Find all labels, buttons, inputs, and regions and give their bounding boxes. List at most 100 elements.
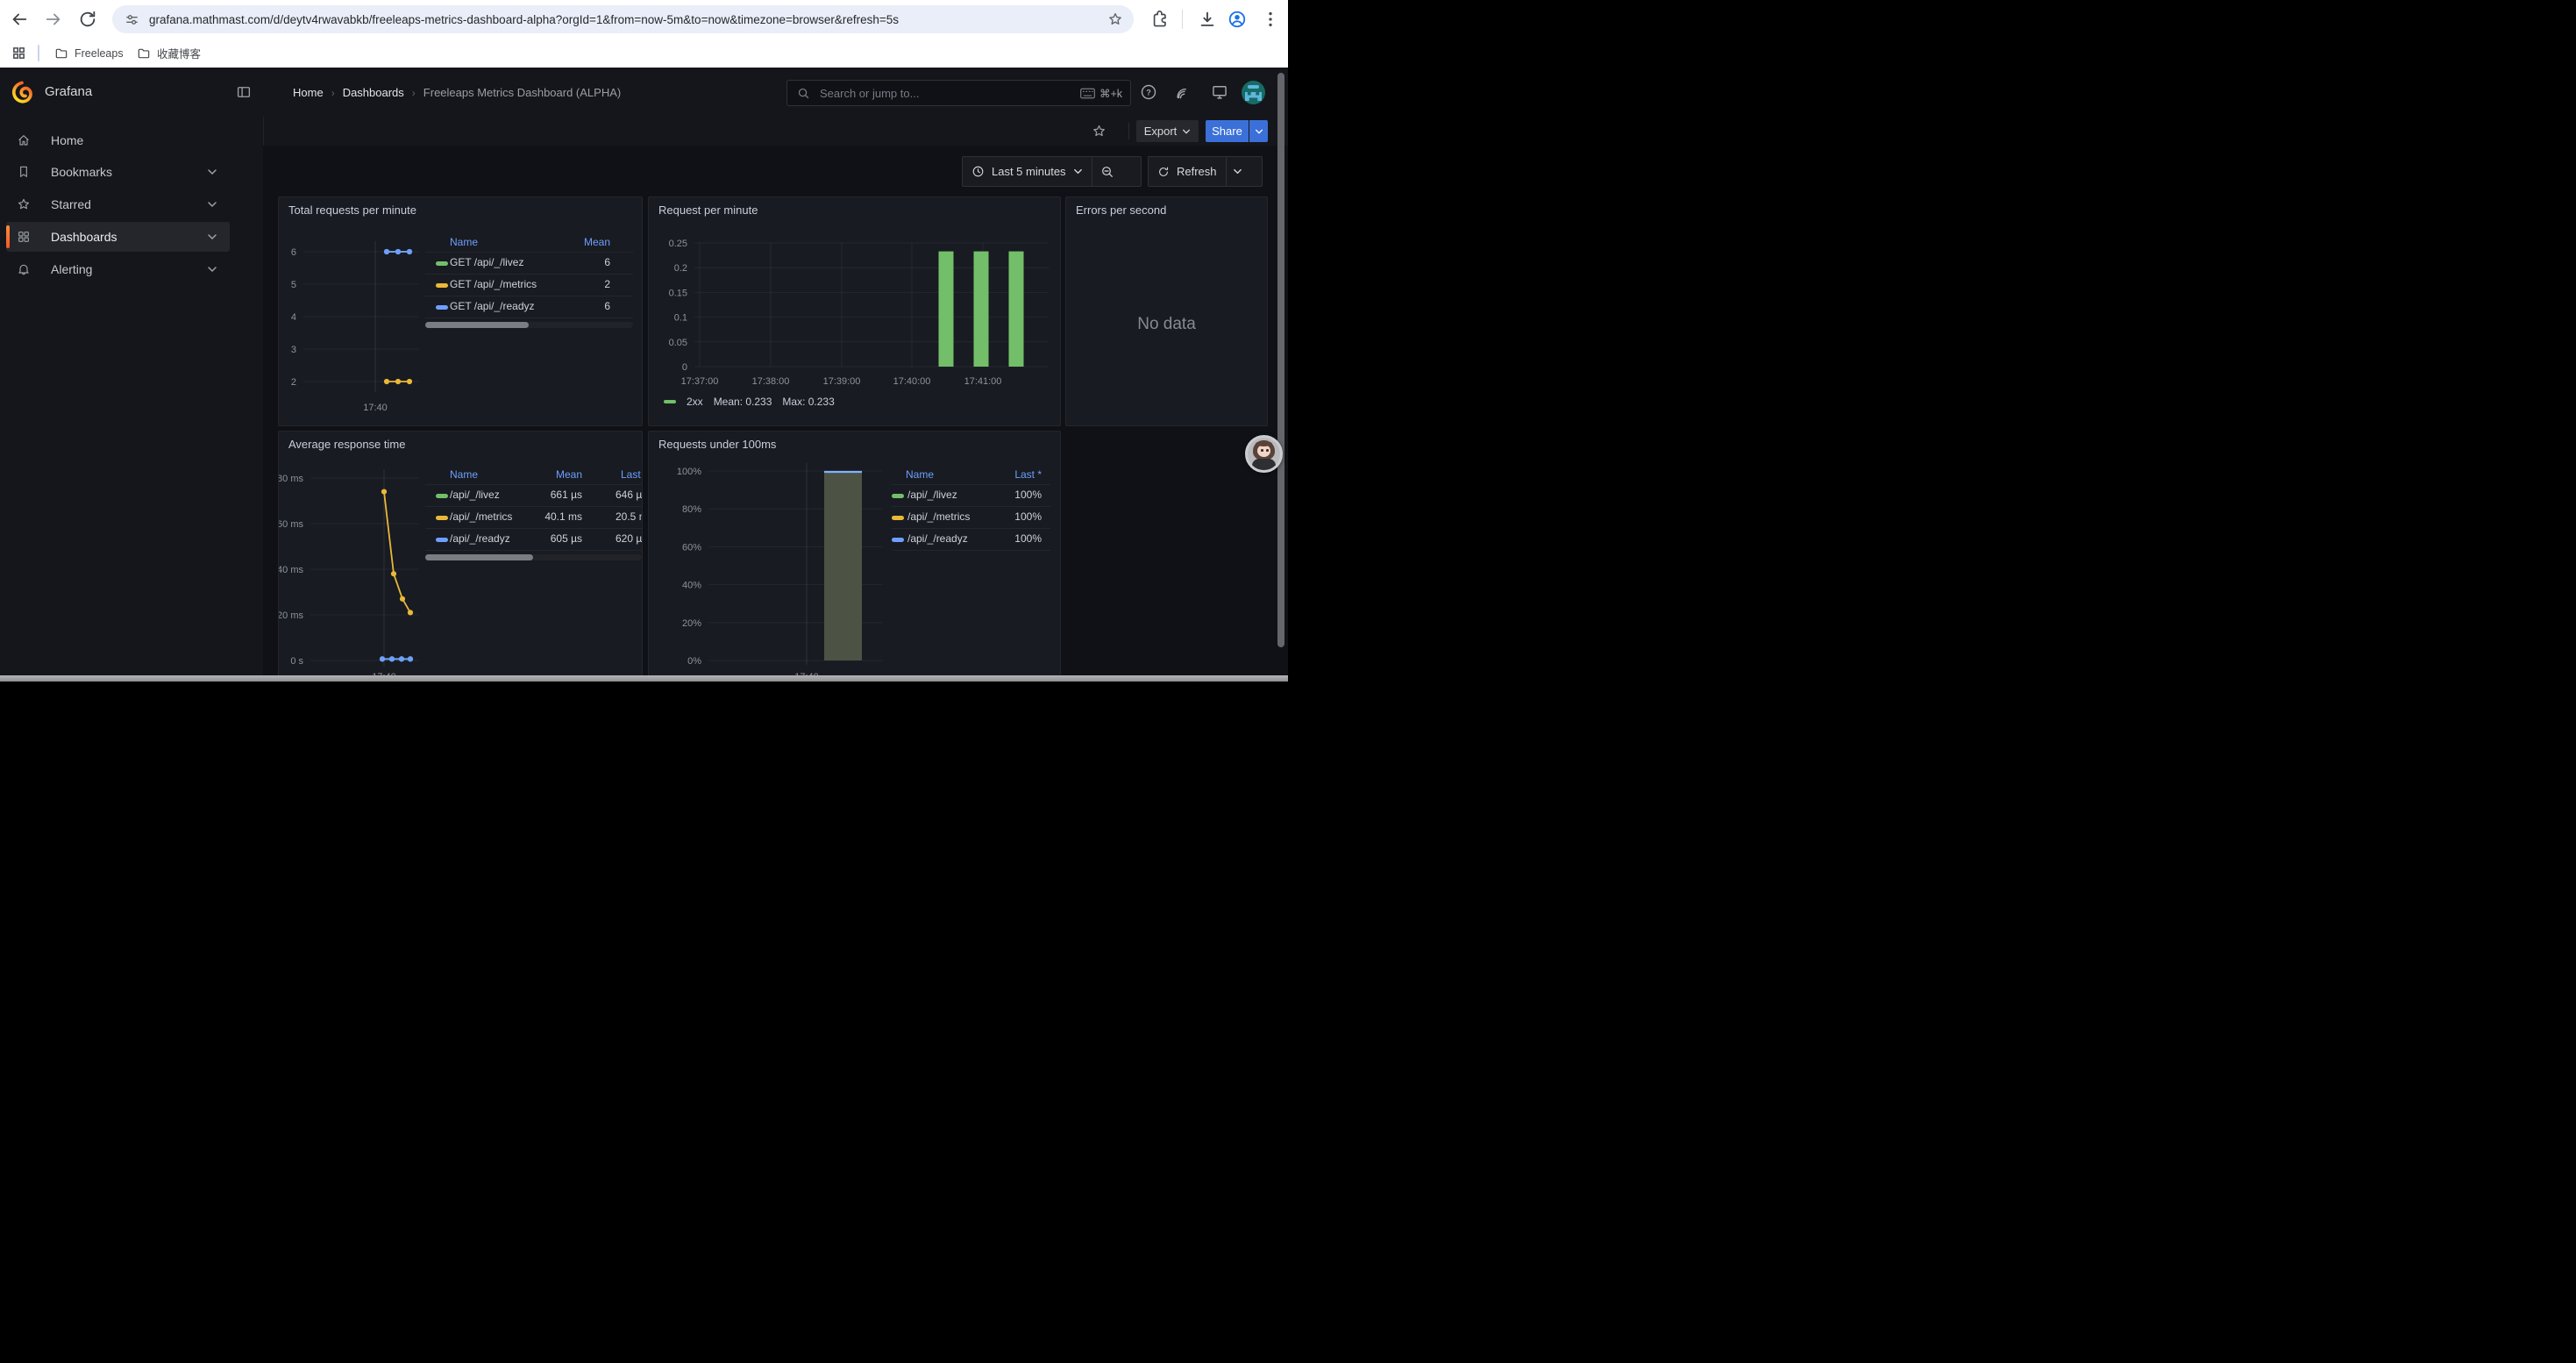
sidebar-item-bookmarks[interactable]: Bookmarks (6, 157, 230, 187)
panel-title[interactable]: Errors per second (1076, 203, 1166, 217)
legend-cell-name: /api/_/metrics (907, 510, 970, 523)
legend-column-header[interactable]: Last * (621, 468, 642, 481)
legend-column-header[interactable]: Name (450, 468, 478, 481)
bookmark-folder-blogs[interactable]: 收藏博客 (132, 42, 206, 64)
grafana-logo[interactable] (11, 81, 33, 103)
chevron-down-icon (1233, 167, 1242, 176)
legend-scrollbar-thumb[interactable] (425, 554, 533, 560)
user-avatar[interactable] (1242, 81, 1265, 104)
breadcrumb-current: Freeleaps Metrics Dashboard (ALPHA) (423, 86, 621, 99)
help-icon[interactable]: ? (1140, 83, 1157, 101)
series-point (384, 249, 389, 254)
legend-scrollbar[interactable] (425, 554, 642, 560)
sidebar-item-alerting[interactable]: Alerting (6, 254, 230, 284)
horizontal-scrollbar[interactable] (0, 675, 1288, 682)
legend[interactable]: 2xx Mean: 0.233 Max: 0.233 (664, 396, 835, 408)
panel-title[interactable]: Total requests per minute (288, 203, 416, 217)
legend-row[interactable]: /api/_/readyz605 µs620 µs (425, 529, 642, 551)
star-icon (17, 197, 31, 211)
series-point (399, 656, 404, 661)
time-range-group: Last 5 minutes (962, 156, 1142, 187)
legend-column-header[interactable]: Name (450, 236, 478, 248)
sidebar-item-starred[interactable]: Starred (6, 189, 230, 219)
refresh-button[interactable]: Refresh (1149, 157, 1226, 186)
legend-column-header[interactable]: Name (906, 468, 934, 481)
active-item-accent (6, 225, 10, 248)
panel-title[interactable]: Requests under 100ms (658, 438, 776, 451)
favorite-star-icon[interactable] (1092, 124, 1107, 139)
legend-row[interactable]: /api/_/livez100% (892, 485, 1050, 507)
series-swatch (436, 283, 448, 288)
monitor-icon[interactable] (1211, 83, 1228, 101)
series-swatch (664, 400, 676, 404)
share-button[interactable]: Share (1206, 120, 1249, 142)
forward-icon[interactable] (44, 10, 63, 29)
legend-column-header[interactable]: Mean (512, 468, 582, 481)
breadcrumb-home[interactable]: Home (293, 86, 324, 99)
series-name: 2xx (687, 396, 703, 408)
back-icon[interactable] (10, 10, 29, 29)
dock-menu-toggle-icon[interactable] (236, 84, 252, 100)
axis-tick-label: 80 ms (279, 474, 303, 484)
refresh-interval-dropdown[interactable] (1227, 157, 1249, 186)
legend-column-header[interactable]: Mean (540, 236, 610, 248)
series-point (395, 379, 401, 384)
news-rss-icon[interactable] (1174, 83, 1192, 101)
series-point (407, 249, 412, 254)
series-point (391, 571, 396, 576)
legend-scrollbar-thumb[interactable] (425, 322, 529, 328)
bar (939, 252, 954, 367)
breadcrumb-dashboards[interactable]: Dashboards (343, 86, 404, 99)
floating-assistant-avatar[interactable] (1245, 435, 1283, 473)
dashboards-grid-icon (17, 230, 31, 244)
legend-cell-mean: 2 (540, 278, 610, 290)
share-dropdown-button[interactable] (1249, 120, 1268, 142)
series-point (400, 596, 405, 602)
legend-row[interactable]: /api/_/readyz100% (892, 529, 1050, 551)
bookmark-star-icon[interactable] (1107, 11, 1123, 27)
panel-errors-per-second: Errors per second No data (1065, 196, 1268, 426)
menu-icon[interactable] (1261, 10, 1280, 29)
profile-icon[interactable] (1228, 10, 1247, 29)
axis-tick-label: 17:40 (363, 403, 388, 413)
panel-average-response-time: Average response time 80 ms60 ms40 ms20 … (278, 431, 643, 682)
browser-window: grafana.mathmast.com/d/deytv4rwavabkb/fr… (0, 0, 1288, 682)
legend-row[interactable]: /api/_/livez661 µs646 µs (425, 485, 642, 507)
sidebar-item-home[interactable]: Home (6, 125, 230, 155)
legend-row[interactable]: GET /api/_/metrics2 (425, 275, 633, 296)
axis-tick-label: 60 ms (279, 519, 303, 530)
legend-row[interactable]: GET /api/_/readyz6 (425, 296, 633, 318)
bookmark-folder-freeleaps[interactable]: Freeleaps (49, 42, 129, 64)
export-button[interactable]: Export (1136, 120, 1199, 142)
time-range-picker[interactable]: Last 5 minutes (963, 157, 1092, 186)
legend-row[interactable]: /api/_/metrics100% (892, 507, 1050, 529)
legend-scrollbar[interactable] (425, 322, 633, 328)
legend-column-header[interactable]: Last * (963, 468, 1042, 481)
legend-row[interactable]: /api/_/metrics40.1 ms20.5 ms (425, 507, 642, 529)
vertical-scrollbar[interactable] (1277, 73, 1284, 647)
panel-title[interactable]: Request per minute (658, 203, 758, 217)
zoom-out-icon (1100, 165, 1114, 179)
zoom-out-button[interactable] (1092, 157, 1123, 186)
search-box[interactable]: ⌘+k (786, 80, 1131, 106)
search-input[interactable] (818, 86, 1080, 101)
legend-row[interactable]: GET /api/_/livez6 (425, 253, 633, 275)
site-settings-icon[interactable] (125, 12, 139, 27)
extensions-icon[interactable] (1150, 10, 1170, 29)
avatar-bangs (1256, 441, 1272, 446)
legend-cell-mean: 6 (540, 256, 610, 268)
browser-toolbar: grafana.mathmast.com/d/deytv4rwavabkb/fr… (0, 0, 1288, 39)
chevron-down-icon (1073, 167, 1083, 176)
grafana-app: Grafana Home›Dashboards›Freeleaps Metric… (0, 68, 1288, 682)
apps-grid-icon[interactable] (11, 46, 26, 61)
reload-icon[interactable] (78, 10, 97, 29)
sidebar-item-dashboards[interactable]: Dashboards (6, 222, 230, 252)
series-line (384, 492, 410, 613)
url-bar[interactable]: grafana.mathmast.com/d/deytv4rwavabkb/fr… (112, 5, 1134, 33)
axis-tick-label: 17:41:00 (964, 376, 1002, 387)
panel-title[interactable]: Average response time (288, 438, 405, 451)
axis-tick-label: 0.05 (669, 338, 687, 348)
bookmarks-divider (38, 45, 39, 61)
series-point (381, 489, 387, 495)
download-icon[interactable] (1198, 10, 1217, 29)
